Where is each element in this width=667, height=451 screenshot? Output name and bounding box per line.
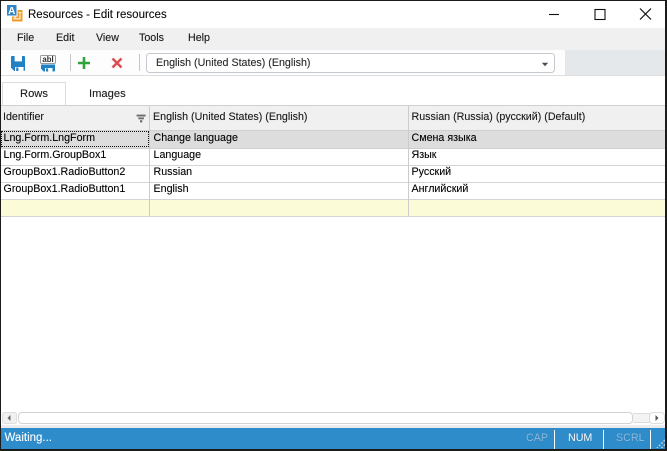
svg-text:abl: abl xyxy=(42,55,53,64)
svg-text:A: A xyxy=(8,6,15,17)
